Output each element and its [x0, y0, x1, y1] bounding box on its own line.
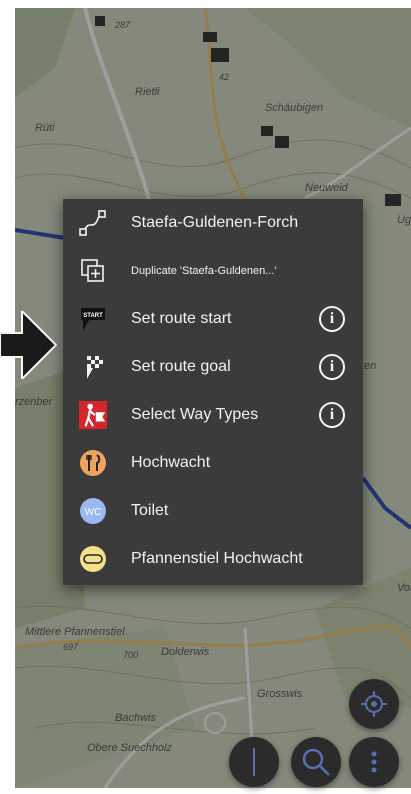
locate-button[interactable] [349, 679, 399, 729]
menu-item-set-route-start[interactable]: START Set route start i [63, 295, 363, 343]
compass-button[interactable] [229, 737, 279, 787]
duplicate-icon [79, 257, 107, 285]
search-icon [302, 748, 330, 776]
start-flag-icon: START [79, 305, 107, 333]
menu-item-label: Duplicate 'Staefa-Guldenen...' [131, 265, 277, 277]
menu-item-label: Set route goal [131, 358, 231, 375]
more-button[interactable] [349, 737, 399, 787]
parking-sign-icon [79, 545, 107, 573]
menu-item-duplicate[interactable]: Duplicate 'Staefa-Guldenen...' [63, 247, 363, 295]
search-button[interactable] [291, 737, 341, 787]
info-icon: i [329, 310, 335, 327]
menu-item-label: Hochwacht [131, 454, 211, 471]
info-icon: i [329, 358, 335, 375]
info-icon: i [329, 406, 335, 423]
menu-item-label: Pfannenstiel Hochwacht [131, 550, 303, 567]
wc-icon: WC [79, 497, 107, 525]
position-arrow-icon [0, 311, 58, 379]
crosshair-icon [361, 691, 387, 717]
info-button[interactable]: i [319, 354, 345, 380]
more-vert-icon [371, 751, 377, 773]
context-popup-menu: Staefa-Guldenen-Forch Duplicate 'Staefa-… [63, 199, 363, 585]
route-icon [79, 209, 107, 237]
menu-item-label: Set route start [131, 310, 232, 327]
goal-flag-icon [79, 353, 107, 381]
menu-item-label: Staefa-Guldenen-Forch [131, 214, 299, 231]
menu-item-hochwacht[interactable]: Hochwacht [63, 439, 363, 487]
compass-icon [253, 748, 255, 776]
restaurant-icon [79, 449, 107, 477]
menu-item-toilet[interactable]: WC Toilet [63, 487, 363, 535]
menu-item-pfannenstiel-hochwacht[interactable]: Pfannenstiel Hochwacht [63, 535, 363, 583]
wc-icon-text: WC [85, 507, 102, 518]
menu-item-route-name[interactable]: Staefa-Guldenen-Forch [63, 199, 363, 247]
menu-item-label: Toilet [131, 502, 169, 519]
menu-item-set-route-goal[interactable]: Set route goal i [63, 343, 363, 391]
info-button[interactable]: i [319, 306, 345, 332]
info-button[interactable]: i [319, 402, 345, 428]
menu-item-label: Select Way Types [131, 406, 259, 423]
start-flag-text: START [83, 313, 103, 319]
hiker-icon [79, 401, 107, 429]
menu-item-select-way-types[interactable]: Select Way Types i [63, 391, 363, 439]
